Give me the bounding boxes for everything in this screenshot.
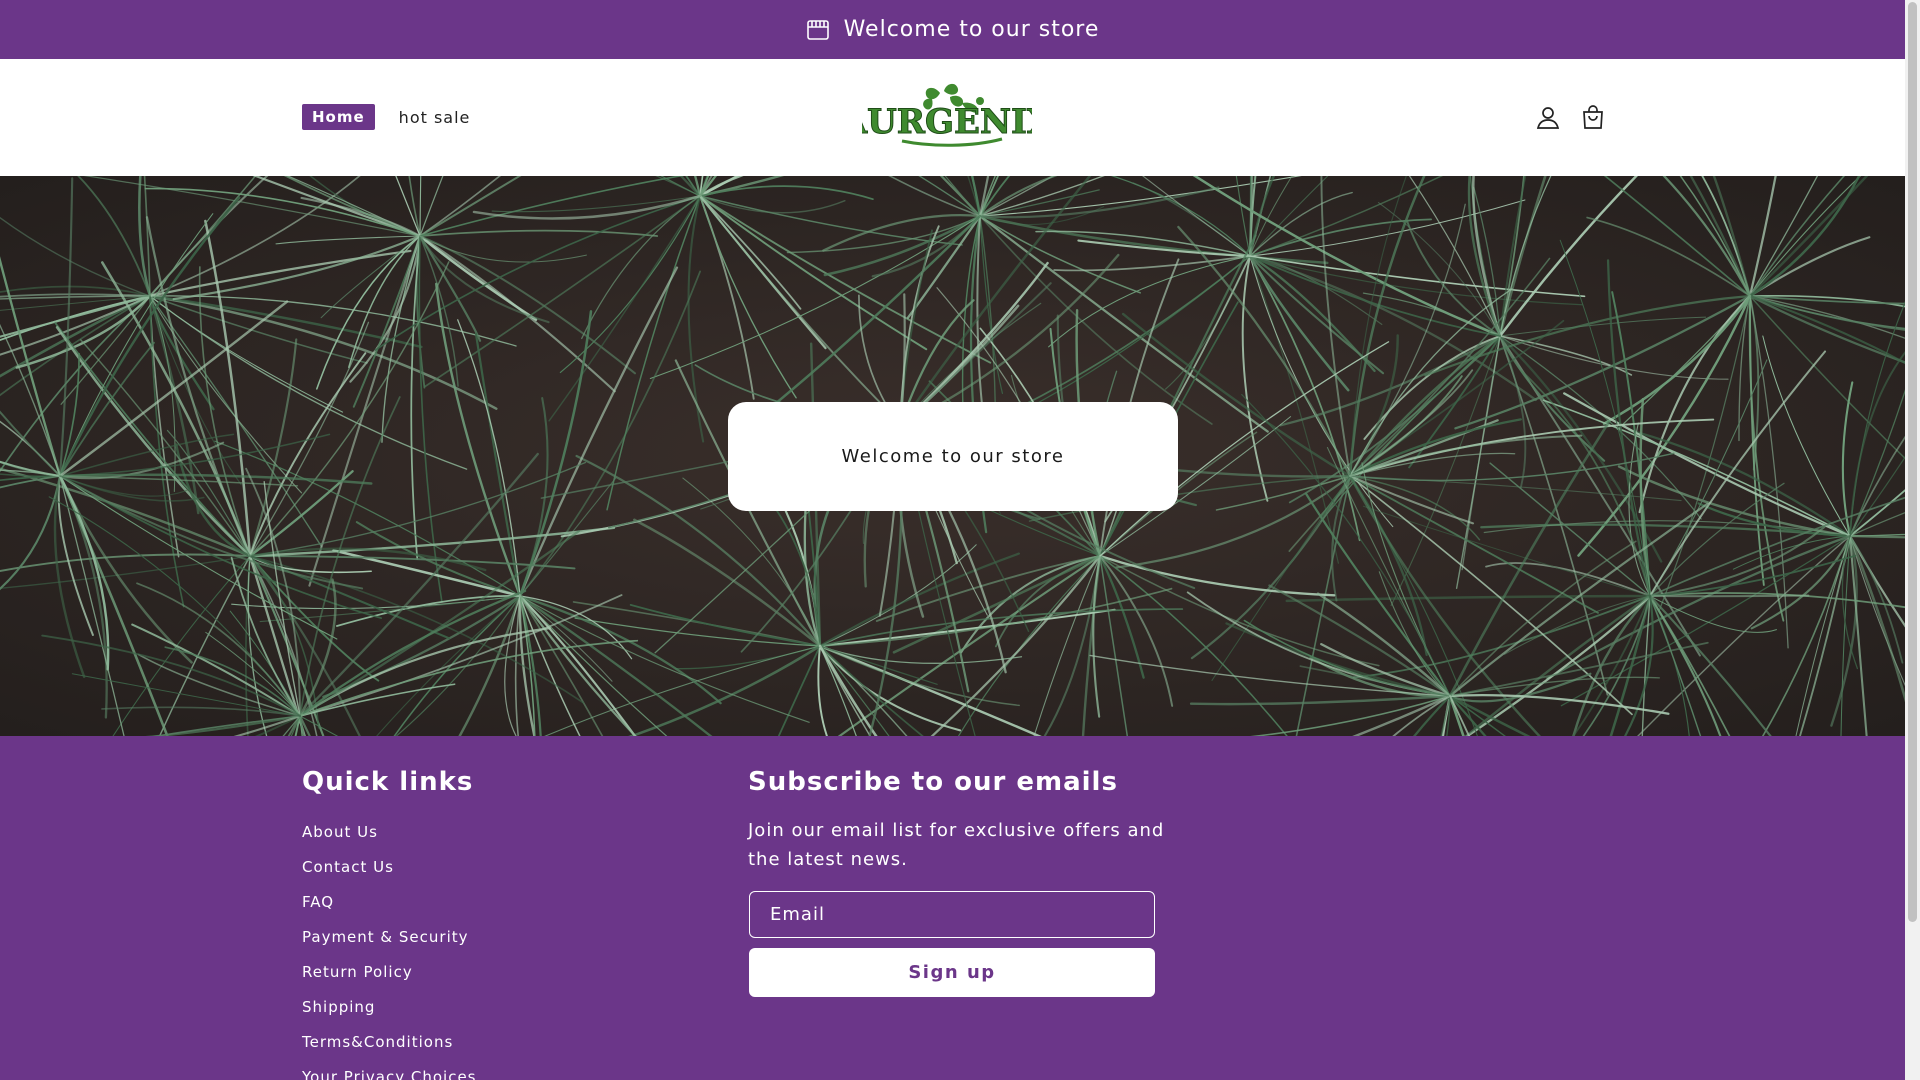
cart-icon[interactable] (1580, 104, 1606, 130)
store-logo[interactable]: AURGENIX (839, 83, 1054, 149)
hero-banner: Welcome to our store (0, 176, 1905, 736)
quick-links-list: About Us Contact Us FAQ Payment & Securi… (302, 822, 476, 1080)
quick-link-terms-conditions[interactable]: Terms&Conditions (302, 1032, 476, 1067)
email-input[interactable] (749, 891, 1155, 938)
svg-text:AURGENIX: AURGENIX (862, 102, 1032, 142)
pine-needle (1648, 594, 1810, 598)
hero-welcome-text: Welcome to our store (841, 446, 1065, 467)
sign-up-button[interactable]: Sign up (749, 948, 1155, 997)
hero-welcome-card: Welcome to our store (728, 402, 1178, 511)
nav-hot-sale-link[interactable]: hot sale (399, 108, 471, 127)
page-scrollbar[interactable] (1905, 0, 1920, 1080)
nav-home-link[interactable]: Home (302, 104, 375, 130)
quick-link-privacy-choices[interactable]: Your Privacy Choices (302, 1067, 476, 1080)
quick-link-about-us[interactable]: About Us (302, 822, 476, 857)
subscribe-title: Subscribe to our emails (748, 767, 1118, 797)
announcement-text: Welcome to our store (843, 17, 1100, 42)
announcement-bar: Welcome to our store (0, 0, 1905, 59)
account-icon[interactable] (1535, 104, 1561, 130)
quick-link-contact-us[interactable]: Contact Us (302, 857, 476, 892)
main-nav: Home hot sale (302, 104, 470, 130)
quick-link-faq[interactable]: FAQ (302, 892, 476, 927)
quick-link-return-policy[interactable]: Return Policy (302, 962, 476, 997)
store-icon (806, 18, 830, 42)
scrollbar-thumb[interactable] (1908, 2, 1917, 922)
quick-links-title: Quick links (302, 767, 474, 797)
subscribe-description: Join our email list for exclusive offers… (748, 820, 1165, 870)
quick-link-shipping[interactable]: Shipping (302, 997, 476, 1032)
site-header: Home hot sale AURGENIX (0, 59, 1905, 176)
quick-link-payment-security[interactable]: Payment & Security (302, 927, 476, 962)
site-footer: Quick links About Us Contact Us FAQ Paym… (0, 736, 1905, 1080)
